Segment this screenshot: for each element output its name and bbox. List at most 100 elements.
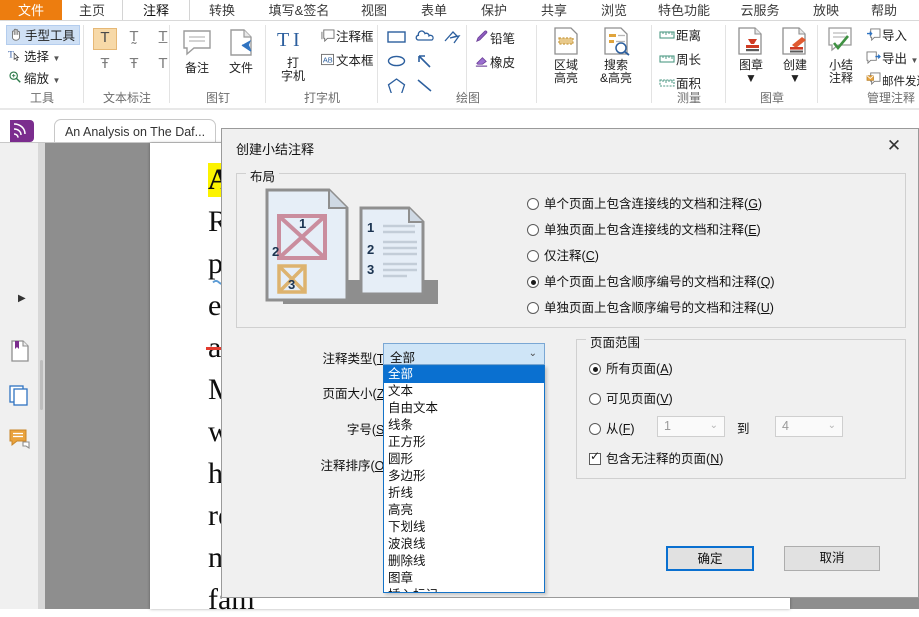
chevron-down-icon[interactable]: ▼ [53, 54, 61, 63]
chevron-down-icon[interactable]: ⌄ [529, 348, 537, 359]
ribbon-tab-protect[interactable]: 保护 [464, 0, 524, 21]
shape-arrow-button[interactable] [414, 53, 436, 71]
page-range-visible[interactable]: 可见页面(V) [589, 388, 673, 406]
tool-select[interactable]: T 选择 ▼ [6, 47, 80, 67]
export-icon [864, 50, 882, 70]
radio-icon[interactable] [527, 302, 539, 314]
area-highlight-button[interactable]: 区域 高亮 [542, 26, 590, 85]
annot-type-option[interactable]: 正方形 [384, 434, 544, 451]
annot-type-dropdown-list[interactable]: 全部文本自由文本线条正方形圆形多边形折线高亮下划线波浪线删除线图章插入标记墨水文… [383, 365, 545, 593]
ribbon-tab-convert[interactable]: 转换 [190, 0, 254, 21]
ok-button[interactable]: 确定 [666, 546, 754, 571]
annot-type-option[interactable]: 自由文本 [384, 400, 544, 417]
annot-type-option[interactable]: 高亮 [384, 502, 544, 519]
markup-strikeout-button[interactable]: Ŧ [93, 55, 117, 77]
chevron-down-icon[interactable]: ⌄ [710, 420, 718, 431]
measure-perimeter-button[interactable]: 周长 [658, 50, 724, 70]
layout-option-0[interactable]: 单个页面上包含连接线的文档和注释(G) [527, 193, 762, 211]
radio-icon[interactable] [527, 276, 539, 288]
ribbon-tab-comment[interactable]: 注释 [122, 0, 190, 22]
chevron-down-icon[interactable]: ▼ [730, 72, 772, 85]
sidebar-comments-icon[interactable] [8, 427, 32, 451]
radio-icon[interactable] [589, 363, 601, 375]
markup-replace-button[interactable]: Ŧ [122, 55, 146, 77]
sidebar-splitter-grip[interactable] [40, 360, 43, 410]
layout-option-1[interactable]: 单独页面上包含连接线的文档和注释(E) [527, 219, 761, 237]
shape-ellipse-button[interactable] [386, 53, 408, 71]
annot-type-option[interactable]: 文本 [384, 383, 544, 400]
layout-option-2[interactable]: 仅注释(C) [527, 245, 599, 263]
ribbon-tab-form[interactable]: 表单 [404, 0, 464, 21]
annot-type-option[interactable]: 多边形 [384, 468, 544, 485]
chevron-down-icon[interactable]: ▼ [774, 72, 816, 85]
page-from-spinner[interactable]: 1 ⌄ [657, 416, 725, 437]
ribbon-tab-share[interactable]: 共享 [524, 0, 584, 21]
annot-type-option[interactable]: 圆形 [384, 451, 544, 468]
annot-type-option[interactable]: 删除线 [384, 553, 544, 570]
ribbon-tab-view[interactable]: 视图 [344, 0, 404, 21]
markup-squiggly-button[interactable]: T̰ [122, 28, 146, 50]
chevron-down-icon[interactable]: ▼ [911, 56, 919, 65]
annot-type-option[interactable]: 波浪线 [384, 536, 544, 553]
tool-zoom[interactable]: 缩放 ▼ [6, 69, 80, 89]
callout-icon [318, 28, 336, 48]
pin-note-button[interactable]: 备注 [176, 27, 218, 75]
radio-icon[interactable] [589, 423, 601, 435]
stamp-button[interactable]: 图章 ▼ [730, 26, 772, 85]
callout-button[interactable]: 注释框 [318, 27, 376, 47]
annot-type-option[interactable]: 折线 [384, 485, 544, 502]
cancel-button[interactable]: 取消 [784, 546, 880, 571]
sidebar-bookmarks-icon[interactable] [8, 339, 32, 363]
eraser-button[interactable]: 橡皮 [472, 53, 530, 73]
export-comments-button[interactable]: 导出 ▼ [864, 49, 919, 69]
pencil-button[interactable]: 铅笔 [472, 29, 530, 49]
typewriter-button[interactable]: T I 打 字机 [272, 26, 314, 83]
group-tools-label: 工具 [0, 89, 84, 106]
pin-file-button[interactable]: 文件 [220, 27, 262, 75]
measure-distance-button[interactable]: 距离 [658, 26, 724, 46]
markup-highlight-button[interactable]: T [93, 28, 117, 50]
chevron-down-icon[interactable]: ⌄ [828, 420, 836, 431]
annot-type-option[interactable]: 全部 [384, 366, 544, 383]
search-highlight-button[interactable]: 搜索 &高亮 [592, 26, 640, 85]
include-unannotated-checkbox[interactable]: 包含无注释的页面(N) [589, 448, 723, 466]
radio-icon[interactable] [527, 198, 539, 210]
ribbon-tab-cloud[interactable]: 云服务 [724, 0, 796, 21]
close-icon[interactable]: ✕ [876, 133, 912, 159]
shape-polyline-button[interactable] [442, 29, 464, 47]
shape-rectangle-button[interactable] [386, 29, 408, 47]
sidebar-expand-arrow-icon[interactable]: ▶ [18, 293, 26, 304]
import-comments-button[interactable]: 导入 [864, 26, 919, 46]
annot-type-option[interactable]: 插入标记 [384, 587, 544, 593]
radio-icon[interactable] [589, 393, 601, 405]
radio-icon[interactable] [527, 250, 539, 262]
ribbon-tab-file[interactable]: 文件 [0, 0, 62, 21]
annot-type-combobox[interactable]: 全部 ⌄ [383, 343, 545, 365]
summary-icon [824, 26, 858, 56]
page-to-spinner[interactable]: 4 ⌄ [775, 416, 843, 437]
page-range-all[interactable]: 所有页面(A) [589, 358, 673, 376]
annot-type-option[interactable]: 下划线 [384, 519, 544, 536]
chevron-down-icon[interactable]: ▼ [53, 76, 61, 85]
ribbon-tab-home[interactable]: 主页 [62, 0, 122, 21]
layout-option-4[interactable]: 单独页面上包含顺序编号的文档和注释(U) [527, 297, 774, 315]
shape-cloud-button[interactable] [414, 29, 436, 47]
annot-type-option[interactable]: 图章 [384, 570, 544, 587]
checkbox-icon[interactable] [589, 453, 601, 465]
radio-icon[interactable] [527, 224, 539, 236]
ribbon-tab-present[interactable]: 放映 [796, 0, 856, 21]
ribbon-tab-features[interactable]: 特色功能 [644, 0, 724, 21]
ribbon-tab-help[interactable]: 帮助 [856, 0, 912, 21]
annot-type-option[interactable]: 线条 [384, 417, 544, 434]
ribbon-tab-fill-sign[interactable]: 填写&签名 [254, 0, 344, 21]
layout-option-3[interactable]: 单个页面上包含顺序编号的文档和注释(Q) [527, 271, 775, 289]
textbox-button[interactable]: AB 文本框 [318, 51, 376, 71]
page-range-visible-label: 可见页面 [606, 392, 656, 406]
document-tab[interactable]: An Analysis on The Daf... [54, 119, 216, 143]
sidebar-pages-icon[interactable] [8, 383, 32, 407]
page-range-from[interactable]: 从(F) [589, 418, 635, 436]
summarize-comments-button[interactable]: 小结 注释 [820, 26, 862, 85]
tool-hand[interactable]: 手型工具 [6, 25, 80, 45]
ribbon-tab-browse[interactable]: 浏览 [584, 0, 644, 21]
stamp-create-button[interactable]: 创建 ▼ [774, 26, 816, 85]
